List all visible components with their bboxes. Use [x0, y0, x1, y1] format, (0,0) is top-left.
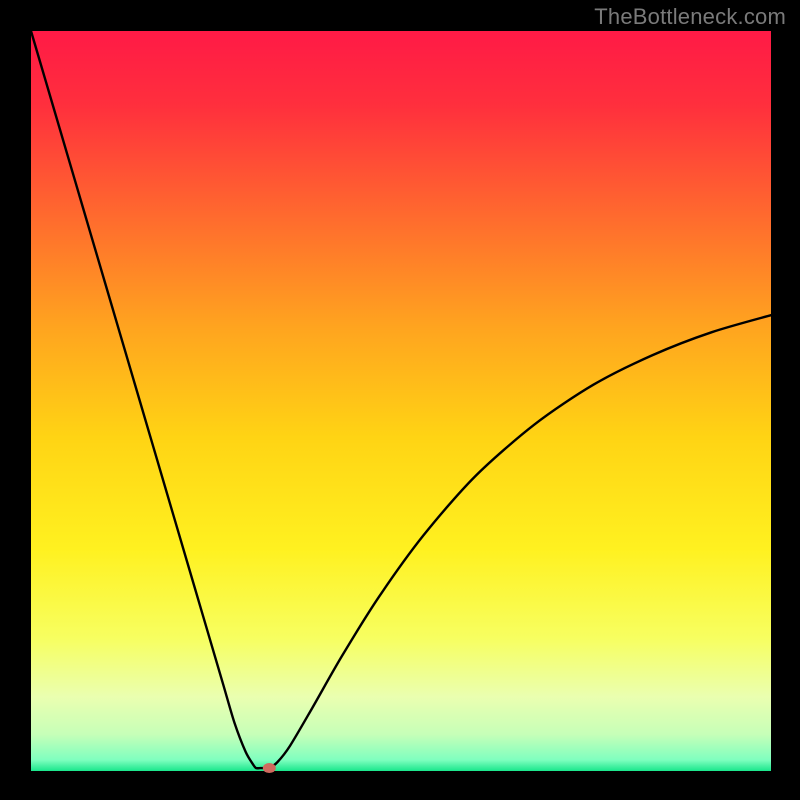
bottleneck-chart [0, 0, 800, 800]
optimal-point-marker [263, 763, 276, 773]
watermark-text: TheBottleneck.com [594, 4, 786, 30]
plot-background-gradient [31, 31, 771, 771]
chart-container: TheBottleneck.com [0, 0, 800, 800]
